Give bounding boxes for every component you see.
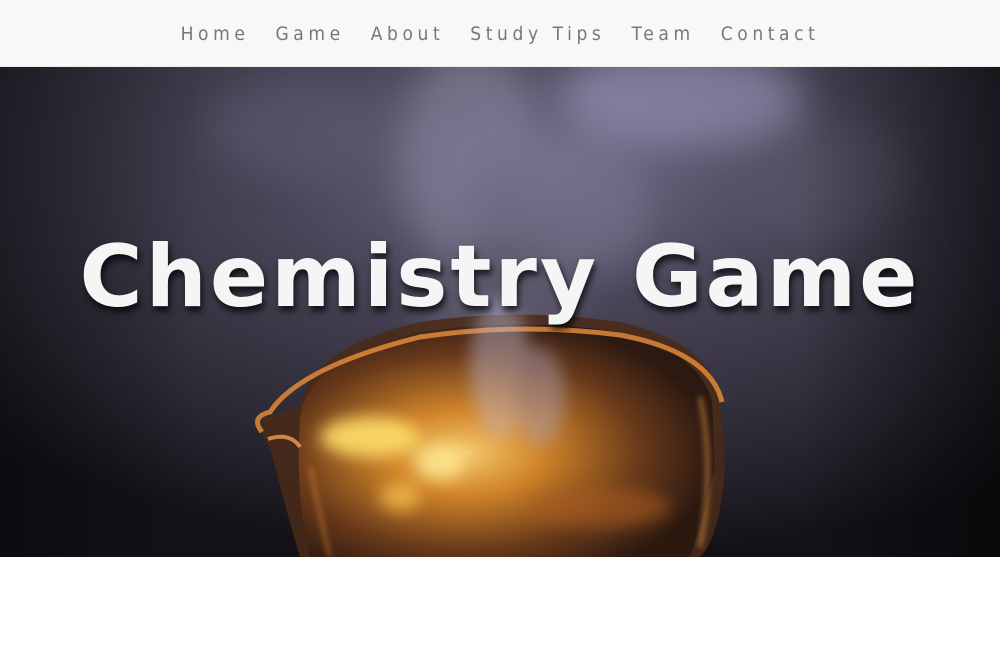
hero-banner: Chemistry Game: [0, 67, 1000, 557]
nav-link-study-tips[interactable]: Study Tips: [470, 23, 605, 45]
content-area: [0, 557, 1000, 650]
nav-link-game[interactable]: Game: [275, 23, 344, 45]
nav-menu: Home Game About Study Tips Team Contact: [0, 0, 1000, 67]
top-navigation-bar: Home Game About Study Tips Team Contact: [0, 0, 1000, 67]
hero-title: Chemistry Game: [79, 227, 921, 327]
nav-link-about[interactable]: About: [371, 23, 445, 45]
nav-link-team[interactable]: Team: [631, 23, 694, 45]
nav-link-contact[interactable]: Contact: [721, 23, 820, 45]
nav-link-home[interactable]: Home: [181, 23, 250, 45]
